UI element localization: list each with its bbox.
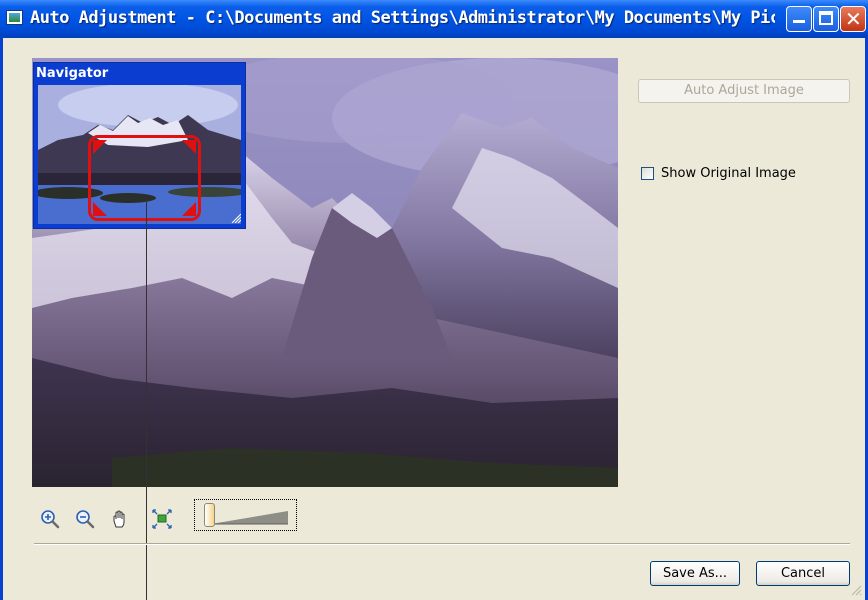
zoom-slider-thumb[interactable] bbox=[204, 503, 215, 527]
maximize-icon bbox=[819, 11, 833, 25]
hand-pan-icon[interactable] bbox=[110, 509, 130, 529]
navigator-panel[interactable]: Navigator bbox=[33, 62, 246, 229]
minimize-icon bbox=[793, 20, 805, 23]
navigator-resize-grip-icon[interactable] bbox=[228, 213, 241, 223]
maximize-button[interactable] bbox=[813, 6, 839, 32]
picture-app-icon bbox=[6, 10, 23, 25]
save-as-button[interactable]: Save As... bbox=[650, 561, 740, 586]
navigator-view-rect[interactable] bbox=[88, 135, 201, 221]
navigator-thumbnail[interactable] bbox=[38, 85, 241, 224]
show-original-label[interactable]: Show Original Image bbox=[661, 166, 796, 181]
zoom-out-icon[interactable] bbox=[75, 509, 95, 529]
navigator-title: Navigator bbox=[36, 66, 109, 81]
minimize-button[interactable] bbox=[786, 6, 812, 32]
window-title: Auto Adjustment - C:\Documents and Setti… bbox=[30, 8, 775, 28]
show-original-checkbox[interactable] bbox=[641, 167, 654, 180]
zoom-slider[interactable] bbox=[194, 499, 297, 531]
callout-line bbox=[146, 200, 147, 600]
auto-adjust-image-button[interactable]: Auto Adjust Image bbox=[638, 79, 850, 103]
zoom-in-icon[interactable] bbox=[40, 509, 60, 529]
window-border-left bbox=[0, 38, 3, 600]
view-rect-corners bbox=[93, 140, 196, 216]
close-button[interactable]: ✕ bbox=[840, 6, 866, 32]
auto-adjustment-window: Auto Adjustment - C:\Documents and Setti… bbox=[0, 0, 868, 600]
cancel-button[interactable]: Cancel bbox=[756, 561, 850, 586]
fit-to-window-icon[interactable] bbox=[152, 509, 172, 529]
zoom-slider-track bbox=[211, 511, 288, 525]
title-bar[interactable]: Auto Adjustment - C:\Documents and Setti… bbox=[0, 0, 868, 38]
close-icon: ✕ bbox=[845, 7, 862, 31]
footer-divider bbox=[34, 543, 850, 545]
window-resize-grip-icon[interactable] bbox=[850, 584, 862, 596]
